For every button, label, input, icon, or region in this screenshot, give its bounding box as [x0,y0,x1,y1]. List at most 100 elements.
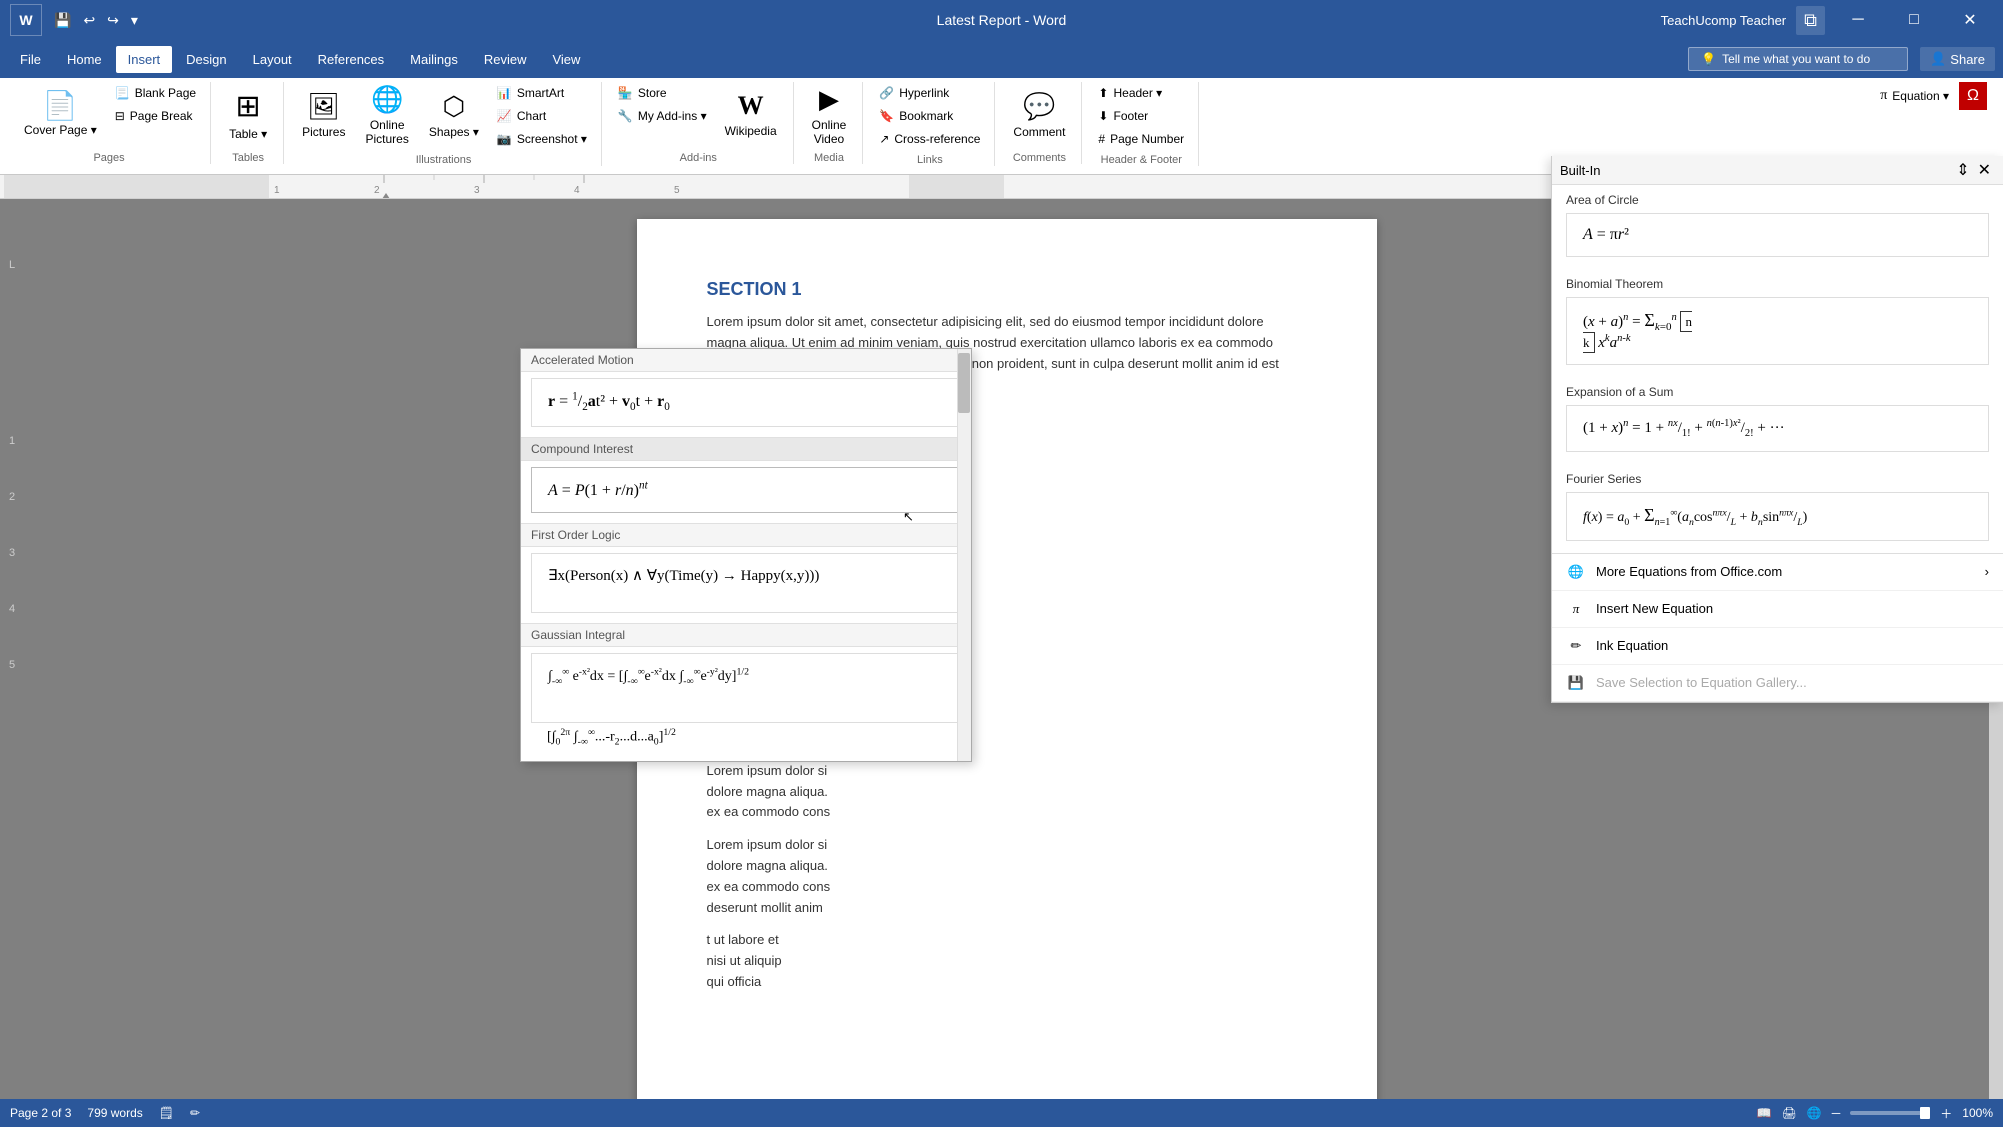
equation-area: π Equation ▾ Ω [1866,82,1995,110]
page-number-icon: # [1098,132,1105,146]
close-button[interactable]: ✕ [1947,0,1993,40]
blank-page-button[interactable]: 📃 Blank Page [109,82,202,104]
svg-text:1: 1 [274,185,280,196]
cross-reference-label: Cross-reference [894,132,980,146]
inline-equations-popup: Accelerated Motion r = 1/2at² + v0t + r0… [520,348,972,762]
menu-view[interactable]: View [540,46,592,73]
blank-page-icon: 📃 [115,86,130,100]
zoom-in-button[interactable]: ＋ [1940,1105,1952,1122]
menu-mailings[interactable]: Mailings [398,46,470,73]
online-pictures-button[interactable]: 🌐 OnlinePictures [357,82,416,148]
menu-design[interactable]: Design [174,46,238,73]
word-count: 799 words [87,1106,142,1120]
wikipedia-button[interactable]: W Wikipedia [717,82,785,148]
read-mode-icon[interactable]: 📖 [1757,1106,1772,1120]
binomial-formula[interactable]: (x + a)n = Σk=0n nk xkan-k [1566,297,1989,365]
fol-formula-text: ∃x(Person(x) ∧ ∀y(Time(y) → Happy(x,y))) [548,568,819,584]
section2-para3: Lorem ipsum dolor sidolore magna aliqua.… [707,835,1307,918]
zoom-handle [1920,1107,1930,1119]
compound-interest-formula[interactable]: A = P(1 + r/n)nt [531,467,961,513]
page-number-button[interactable]: # Page Number [1092,128,1190,150]
tell-me-search[interactable]: 💡 Tell me what you want to do [1688,47,1908,71]
customize-qat-button[interactable]: ▾ [127,8,142,33]
zoom-out-button[interactable]: ─ [1832,1106,1841,1120]
page-break-label: Page Break [130,109,193,123]
bookmark-button[interactable]: 🔖 Bookmark [873,105,986,127]
addins-col: 🏪 Store 🔧 My Add-ins ▾ [612,82,713,127]
gaussian-integral-formula[interactable]: ∫-∞∞ e-x²dx = [∫-∞∞e-x²dx ∫-∞∞e-y²dy]1/2 [531,653,961,723]
tables-items: ⊞ Table ▾ [221,82,275,148]
footer-button[interactable]: ⬇ Footer [1092,105,1190,127]
header-button[interactable]: ⬆ Header ▾ [1092,82,1190,104]
online-video-icon: ▶ [819,84,839,115]
language-icon[interactable]: 🗒 [159,1106,174,1120]
area-circle-formula[interactable]: A = πr² [1566,213,1989,257]
share-button[interactable]: 👤 Share [1920,47,1995,71]
menu-items: File Home Insert Design Layout Reference… [8,46,592,73]
menu-insert[interactable]: Insert [116,46,173,73]
quick-access-toolbar: 💾 ↩ ↪ ▾ [50,8,142,33]
undo-button[interactable]: ↩ [79,8,99,33]
online-video-button[interactable]: ▶ OnlineVideo [804,82,855,148]
smartart-button[interactable]: 📊 SmartArt [491,82,593,104]
links-col: 🔗 Hyperlink 🔖 Bookmark ↗ Cross-reference [873,82,986,150]
symbol-button[interactable]: Ω [1959,82,1987,110]
zoom-level: 100% [1962,1106,1993,1120]
minimize-button[interactable]: ─ [1835,0,1881,40]
compound-interest-body: A = P(1 + r/n)nt ↖ [521,461,971,523]
edit-mode-icon[interactable]: ✏ [190,1106,200,1120]
hyperlink-icon: 🔗 [879,86,894,100]
save-button[interactable]: 💾 [50,8,75,33]
chart-button[interactable]: 📈 Chart [491,105,593,127]
cross-reference-button[interactable]: ↗ Cross-reference [873,128,986,150]
expansion-formula[interactable]: (1 + x)n = 1 + nx/1! + n(n-1)x²/2! + ··· [1566,405,1989,452]
popup-scroll-thumb[interactable] [958,353,970,413]
menu-references[interactable]: References [306,46,396,73]
binomial-name: Binomial Theorem [1552,269,2003,293]
screenshot-button[interactable]: 📷 Screenshot ▾ [491,128,593,150]
cover-page-button[interactable]: 📄 Cover Page ▾ [16,82,105,148]
restore-window-icon[interactable]: ⧉ [1796,6,1825,35]
fourier-formula[interactable]: f(x) = a0 + Σn=1∞(ancosnπx/L + bnsinnπx/… [1566,492,1989,541]
accelerated-motion-formula[interactable]: r = 1/2at² + v0t + r0 [531,378,961,427]
pictures-button[interactable]: 🖼 Pictures [294,82,353,148]
builtin-equations-panel: Built-In ⇕ ✕ Area of Circle [1551,199,2003,703]
table-button[interactable]: ⊞ Table ▾ [221,82,275,148]
first-order-logic-formula[interactable]: ∃x(Person(x) ∧ ∀y(Time(y) → Happy(x,y))) [531,553,961,613]
menu-layout[interactable]: Layout [241,46,304,73]
my-addins-button[interactable]: 🔧 My Add-ins ▾ [612,105,713,127]
more-equations-button[interactable]: 🌐 More Equations from Office.com › [1552,554,2003,591]
fourier-name: Fourier Series [1552,464,2003,488]
more-equations-label: More Equations from Office.com [1596,564,1782,579]
pictures-icon: 🖼 [307,91,340,122]
redo-button[interactable]: ↪ [103,8,123,33]
page-break-button[interactable]: ⊟ Page Break [109,105,202,127]
compound-interest-header: Compound Interest [521,437,971,461]
ink-eq-icon: ✏ [1566,636,1586,656]
more-equations-icon: 🌐 [1566,562,1586,582]
ribbon-group-addins: 🏪 Store 🔧 My Add-ins ▾ W Wikipedia Add-i… [604,82,794,164]
status-right: 📖 🖨 🌐 ─ ＋ 100% [1757,1105,1993,1122]
shapes-button[interactable]: ⬡ Shapes ▾ [421,82,487,148]
maximize-button[interactable]: □ [1891,0,1937,40]
share-label: Share [1950,52,1985,67]
store-button[interactable]: 🏪 Store [612,82,713,104]
equation-button[interactable]: π Equation ▾ [1874,85,1955,107]
insert-new-equation-button[interactable]: π Insert New Equation [1552,591,2003,628]
web-layout-icon[interactable]: 🌐 [1807,1106,1822,1120]
title-bar: W 💾 ↩ ↪ ▾ Latest Report - Word TeachUcom… [0,0,2003,40]
zoom-slider[interactable] [1850,1111,1930,1115]
popup-scrollbar[interactable] [957,349,971,761]
print-layout-icon[interactable]: 🖨 [1782,1106,1797,1120]
svg-text:5: 5 [674,185,680,196]
pages-items: 📄 Cover Page ▾ 📃 Blank Page ⊟ Page Break [16,82,202,148]
menu-review[interactable]: Review [472,46,539,73]
menu-file[interactable]: File [8,46,53,73]
ink-equation-button[interactable]: ✏ Ink Equation [1552,628,2003,665]
menu-home[interactable]: Home [55,46,114,73]
hyperlink-button[interactable]: 🔗 Hyperlink [873,82,986,104]
save-selection-icon: 💾 [1566,673,1586,693]
line-num-L: L [9,259,15,271]
comment-button[interactable]: 💬 Comment [1005,82,1073,148]
svg-text:2: 2 [374,185,380,196]
